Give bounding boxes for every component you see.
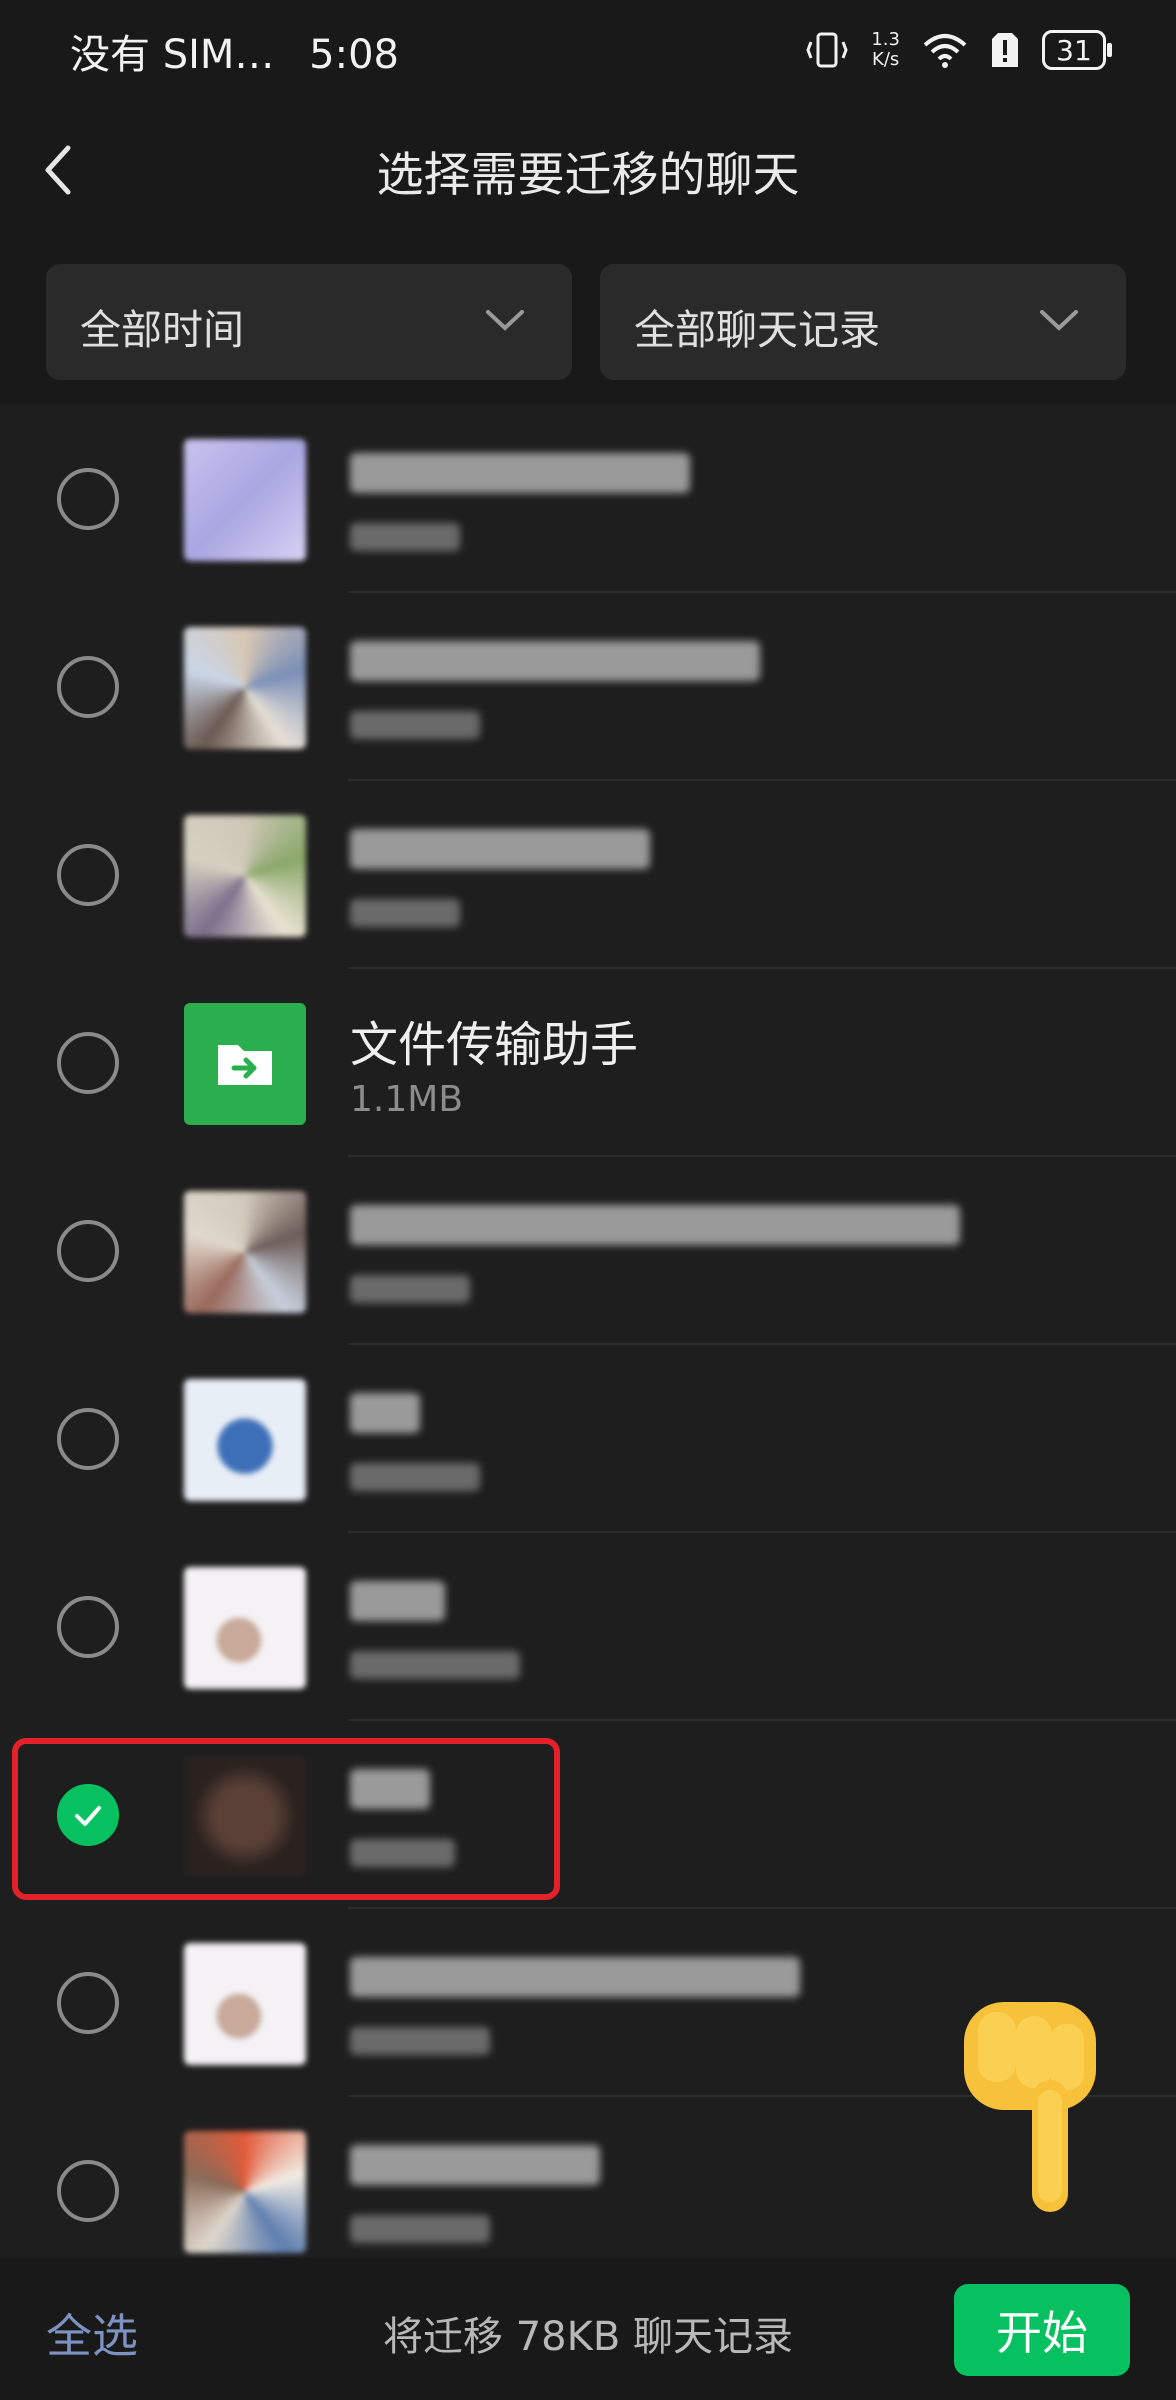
chat-size-redacted [350, 2215, 490, 2243]
chat-name-redacted [350, 1957, 800, 1997]
chat-size-redacted [350, 2027, 490, 2055]
chat-avatar [184, 439, 306, 561]
chat-size: 1.1MB [350, 1079, 464, 1120]
select-radio[interactable] [57, 656, 119, 718]
status-bar: 没有 SIM… 5:08 1.3 K/s 31 [0, 0, 1176, 100]
select-radio[interactable] [57, 1408, 119, 1470]
chat-avatar [184, 1379, 306, 1501]
wifi-icon [923, 34, 967, 68]
status-left: 没有 SIM… 5:08 [70, 22, 421, 80]
net-speed: 1.3 K/s [871, 30, 900, 70]
file-transfer-avatar [184, 1003, 306, 1125]
chat-size-redacted [350, 1275, 470, 1303]
net-speed-unit: K/s [872, 49, 900, 70]
chat-row-file-transfer[interactable]: 文件传输助手 1.1MB [0, 969, 1176, 1157]
select-radio[interactable] [57, 468, 119, 530]
chat-avatar [184, 1943, 306, 2065]
chat-avatar [184, 2131, 306, 2253]
chat-avatar [184, 1567, 306, 1689]
select-radio[interactable] [57, 844, 119, 906]
page-title: 选择需要迁移的聊天 [376, 148, 800, 203]
net-speed-value: 1.3 [871, 29, 900, 50]
chat-size-redacted [350, 711, 480, 739]
chat-name-redacted [350, 2145, 600, 2185]
chat-size-redacted [350, 1651, 520, 1679]
chat-size-redacted [350, 899, 460, 927]
vibrate-icon [806, 32, 848, 68]
chat-name-redacted [350, 1205, 960, 1245]
type-filter-label: 全部聊天记录 [634, 306, 880, 354]
alert-icon [992, 33, 1018, 67]
select-radio[interactable] [57, 1220, 119, 1282]
chat-avatar [184, 627, 306, 749]
select-radio[interactable] [57, 1972, 119, 2034]
chat-avatar [184, 1191, 306, 1313]
time-filter-label: 全部时间 [80, 306, 244, 354]
chat-name: 文件传输助手 [350, 1017, 639, 1073]
chat-row[interactable] [0, 593, 1176, 781]
chat-row[interactable] [0, 1345, 1176, 1533]
chat-name-redacted [350, 641, 760, 681]
chat-row[interactable] [0, 1533, 1176, 1721]
chat-name-redacted [350, 453, 690, 493]
chat-row[interactable] [0, 405, 1176, 593]
footer-bar: 全选 将迁移 78KB 聊天记录 开始 [0, 2258, 1176, 2400]
chat-row[interactable] [0, 781, 1176, 969]
chat-row[interactable] [0, 1157, 1176, 1345]
status-icons: 1.3 K/s 31 [805, 24, 1112, 76]
chat-size-redacted [350, 1463, 480, 1491]
start-button[interactable]: 开始 [954, 2284, 1130, 2376]
time-filter-dropdown[interactable]: 全部时间 [46, 264, 572, 380]
chat-avatar [184, 815, 306, 937]
carrier-text: 没有 SIM… [70, 32, 275, 78]
chat-name-redacted [350, 1393, 420, 1433]
highlight-annotation [12, 1738, 560, 1900]
type-filter-dropdown[interactable]: 全部聊天记录 [600, 264, 1126, 380]
chat-size-redacted [350, 523, 460, 551]
select-radio[interactable] [57, 1032, 119, 1094]
select-radio[interactable] [57, 1596, 119, 1658]
select-radio[interactable] [57, 2160, 119, 2222]
clock: 5:08 [309, 32, 399, 78]
folder-arrow-icon [218, 1045, 272, 1085]
battery-indicator: 31 [1042, 30, 1112, 70]
chat-name-redacted [350, 1581, 445, 1621]
header: 选择需要迁移的聊天 全部时间 全部聊天记录 [0, 100, 1176, 405]
pointing-down-hand-icon [964, 2002, 1096, 2212]
chat-name-redacted [350, 829, 650, 869]
chevron-down-icon [1040, 310, 1078, 331]
chevron-down-icon [486, 310, 524, 331]
